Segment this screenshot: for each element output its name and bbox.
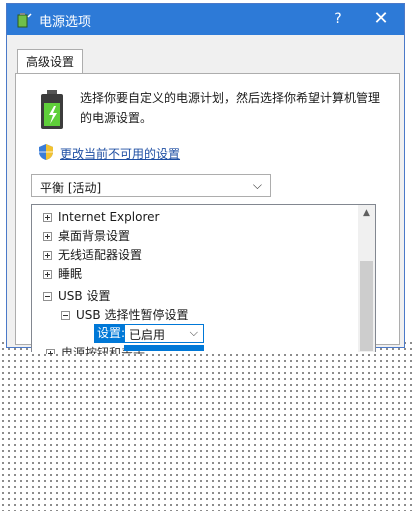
setting-value-dropdown[interactable]: 已启用 ⌵ <box>124 324 204 343</box>
scroll-thumb[interactable] <box>360 261 373 351</box>
collapse-icon[interactable] <box>61 311 70 320</box>
chevron-down-icon: ⌵ <box>189 326 198 339</box>
expand-icon[interactable] <box>43 213 52 222</box>
change-settings-link[interactable]: 更改当前不可用的设置 <box>60 145 180 162</box>
setting-label: 设置: <box>94 324 129 343</box>
tree-scrollbar[interactable]: ▲ <box>358 205 375 352</box>
expand-icon[interactable] <box>43 270 52 279</box>
dropdown-selected-option[interactable] <box>124 345 204 351</box>
power-plan-select[interactable]: 平衡 [活动] ⌵ <box>31 174 271 197</box>
title-bar: 电源选项 ? ✕ <box>7 4 404 35</box>
setting-value: 已启用 <box>129 328 166 342</box>
tree-item-wireless-adapter[interactable]: 无线适配器设置 <box>43 246 142 264</box>
tab-advanced-settings[interactable]: 高级设置 <box>17 49 83 74</box>
battery-icon <box>41 90 63 129</box>
dotted-background <box>0 340 414 511</box>
tree-item-usb-settings[interactable]: USB 设置 <box>43 287 110 305</box>
tree-item-internet-explorer[interactable]: Internet Explorer <box>43 208 159 226</box>
shield-icon <box>39 144 53 160</box>
expand-icon <box>46 349 55 354</box>
power-plan-value: 平衡 [活动] <box>40 181 102 195</box>
close-button[interactable]: ✕ <box>369 8 393 30</box>
scroll-up-icon[interactable]: ▲ <box>358 205 375 222</box>
tree-item-usb-selective-suspend[interactable]: USB 选择性暂停设置 <box>61 306 188 324</box>
power-options-icon <box>17 13 32 28</box>
chevron-down-icon: ⌵ <box>252 178 262 192</box>
window-title: 电源选项 <box>39 15 92 30</box>
expand-icon[interactable] <box>43 251 52 260</box>
description-text: 选择你要自定义的电源计划，然后选择你希望计算机管理的电源设置。 <box>80 91 381 125</box>
expand-icon[interactable] <box>43 232 52 241</box>
collapse-icon[interactable] <box>43 292 52 301</box>
tree-item-desktop-background[interactable]: 桌面背景设置 <box>43 227 130 245</box>
help-button[interactable]: ? <box>327 8 349 30</box>
tree-item-sleep[interactable]: 睡眠 <box>43 265 82 283</box>
